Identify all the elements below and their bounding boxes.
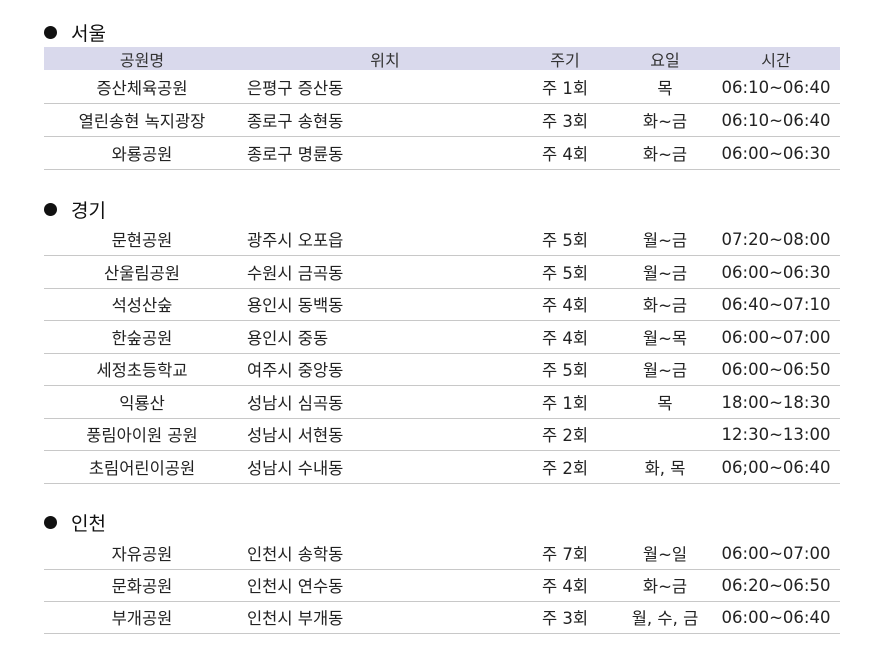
park-time: 12:30~13:00 xyxy=(721,424,831,444)
bullet-icon xyxy=(44,515,57,529)
table-row: 세정초등학교 여주시 중앙동 주 5회 월~금 06:00~06:50 xyxy=(44,353,840,386)
table-row: 익룡산 성남시 심곡동 주 1회 목 18:00~18:30 xyxy=(44,386,840,419)
park-location: 성남시 심곡동 xyxy=(247,394,344,413)
park-location: 수원시 금곡동 xyxy=(247,264,344,283)
table-row: 문화공원 인천시 연수동 주 4회 화~금 06:20~06:50 xyxy=(44,569,840,602)
park-name: 와룡공원 xyxy=(111,145,173,164)
park-location: 용인시 동백동 xyxy=(247,296,344,315)
park-cycle: 주 5회 xyxy=(541,361,589,380)
bullet-icon xyxy=(44,25,57,39)
park-day: 목 xyxy=(657,394,673,413)
park-day: 화~금 xyxy=(642,296,688,315)
region-header-incheon: 인천 xyxy=(44,508,106,536)
park-day: 월, 수, 금 xyxy=(631,609,699,628)
table-row: 풍림아이원 공원 성남시 서현동 주 2회 12:30~13:00 xyxy=(44,418,840,451)
park-time: 06;00~06:40 xyxy=(721,457,831,477)
park-day: 화~금 xyxy=(642,145,688,164)
park-cycle: 주 4회 xyxy=(541,145,589,164)
header-location: 위치 xyxy=(370,50,400,70)
park-cycle: 주 7회 xyxy=(541,545,589,564)
header-day: 요일 xyxy=(650,50,680,70)
table-row: 초림어린이공원 성남시 수내동 주 2회 화, 목 06;00~06:40 xyxy=(44,451,840,484)
park-name: 문화공원 xyxy=(111,577,173,596)
park-name: 부개공원 xyxy=(111,609,173,628)
park-time: 06:10~06:40 xyxy=(721,77,831,97)
park-cycle: 주 3회 xyxy=(541,609,589,628)
park-name: 익룡산 xyxy=(119,394,165,413)
park-location: 성남시 수내동 xyxy=(247,459,344,478)
table-row: 석성산숲 용인시 동백동 주 4회 화~금 06:40~07:10 xyxy=(44,288,840,321)
park-cycle: 주 5회 xyxy=(541,231,589,250)
park-day: 월~일 xyxy=(642,545,688,564)
park-name: 증산체육공원 xyxy=(96,79,188,98)
park-time: 06:00~06:40 xyxy=(721,607,831,627)
table-column-header: 공원명 위치 주기 요일 시간 xyxy=(44,47,840,70)
park-cycle: 주 4회 xyxy=(541,577,589,596)
park-day: 화~금 xyxy=(642,577,688,596)
park-day: 월~목 xyxy=(642,329,688,348)
park-name: 산울림공원 xyxy=(104,264,180,283)
table-row: 한숲공원 용인시 중동 주 4회 월~목 06:00~07:00 xyxy=(44,321,840,354)
region-name: 인천 xyxy=(71,512,106,535)
park-cycle: 주 4회 xyxy=(541,296,589,315)
header-time: 시간 xyxy=(761,50,791,70)
table-row: 부개공원 인천시 부개동 주 3회 월, 수, 금 06:00~06:40 xyxy=(44,601,840,634)
table-row: 열린송현 녹지광장 종로구 송현동 주 3회 화~금 06:10~06:40 xyxy=(44,104,840,137)
park-day: 화, 목 xyxy=(644,459,686,478)
park-location: 인천시 연수동 xyxy=(247,577,344,596)
park-location: 은평구 증산동 xyxy=(247,79,344,98)
region-name: 서울 xyxy=(71,22,106,45)
region-name: 경기 xyxy=(71,199,106,222)
table-row: 자유공원 인천시 송학동 주 7회 월~일 06:00~07:00 xyxy=(44,537,840,570)
table-row: 증산체육공원 은평구 증산동 주 1회 목 06:10~06:40 xyxy=(44,71,840,104)
header-cycle: 주기 xyxy=(550,50,580,70)
table-row: 산울림공원 수원시 금곡동 주 5회 월~금 06:00~06:30 xyxy=(44,256,840,289)
header-park: 공원명 xyxy=(119,50,165,70)
park-location: 인천시 송학동 xyxy=(247,545,344,564)
park-time: 06:10~06:40 xyxy=(721,110,831,130)
park-cycle: 주 2회 xyxy=(541,459,589,478)
park-name: 초림어린이공원 xyxy=(88,459,196,478)
park-time: 06:40~07:10 xyxy=(721,294,831,314)
park-time: 06:20~06:50 xyxy=(721,575,831,595)
park-day: 월~금 xyxy=(642,264,688,283)
park-time: 06:00~07:00 xyxy=(721,543,831,563)
park-day: 화~금 xyxy=(642,112,688,131)
park-location: 여주시 중앙동 xyxy=(247,361,344,380)
park-name: 풍림아이원 공원 xyxy=(86,426,198,445)
park-location: 종로구 명륜동 xyxy=(247,145,344,164)
park-cycle: 주 3회 xyxy=(541,112,589,131)
park-cycle: 주 5회 xyxy=(541,264,589,283)
park-name: 한숲공원 xyxy=(111,329,173,348)
park-day: 월~금 xyxy=(642,361,688,380)
park-name: 석성산숲 xyxy=(111,296,173,315)
bullet-icon xyxy=(44,202,57,216)
park-time: 06:00~06:50 xyxy=(721,359,831,379)
park-location: 종로구 송현동 xyxy=(247,112,344,131)
park-cycle: 주 2회 xyxy=(541,426,589,445)
park-time: 06:00~06:30 xyxy=(721,143,831,163)
park-cycle: 주 1회 xyxy=(541,394,589,413)
region-header-gyeonggi: 경기 xyxy=(44,195,106,223)
park-location: 성남시 서현동 xyxy=(247,426,344,445)
table-row: 문현공원 광주시 오포읍 주 5회 월~금 07:20~08:00 xyxy=(44,223,840,256)
park-name: 열린송현 녹지광장 xyxy=(78,112,206,131)
park-day: 목 xyxy=(657,79,673,98)
park-day: 월~금 xyxy=(642,231,688,250)
region-header-seoul: 서울 xyxy=(44,18,106,46)
park-time: 06:00~07:00 xyxy=(721,327,831,347)
park-time: 07:20~08:00 xyxy=(721,229,831,249)
park-cycle: 주 4회 xyxy=(541,329,589,348)
park-day xyxy=(614,418,716,450)
park-location: 인천시 부개동 xyxy=(247,609,344,628)
park-name: 자유공원 xyxy=(111,545,173,564)
park-name: 세정초등학교 xyxy=(96,361,188,380)
park-location: 용인시 중동 xyxy=(247,329,329,348)
table-row: 와룡공원 종로구 명륜동 주 4회 화~금 06:00~06:30 xyxy=(44,137,840,170)
park-time: 18:00~18:30 xyxy=(721,392,831,412)
park-location: 광주시 오포읍 xyxy=(247,231,344,250)
park-name: 문현공원 xyxy=(111,231,173,250)
park-cycle: 주 1회 xyxy=(541,79,589,98)
park-time: 06:00~06:30 xyxy=(721,262,831,282)
